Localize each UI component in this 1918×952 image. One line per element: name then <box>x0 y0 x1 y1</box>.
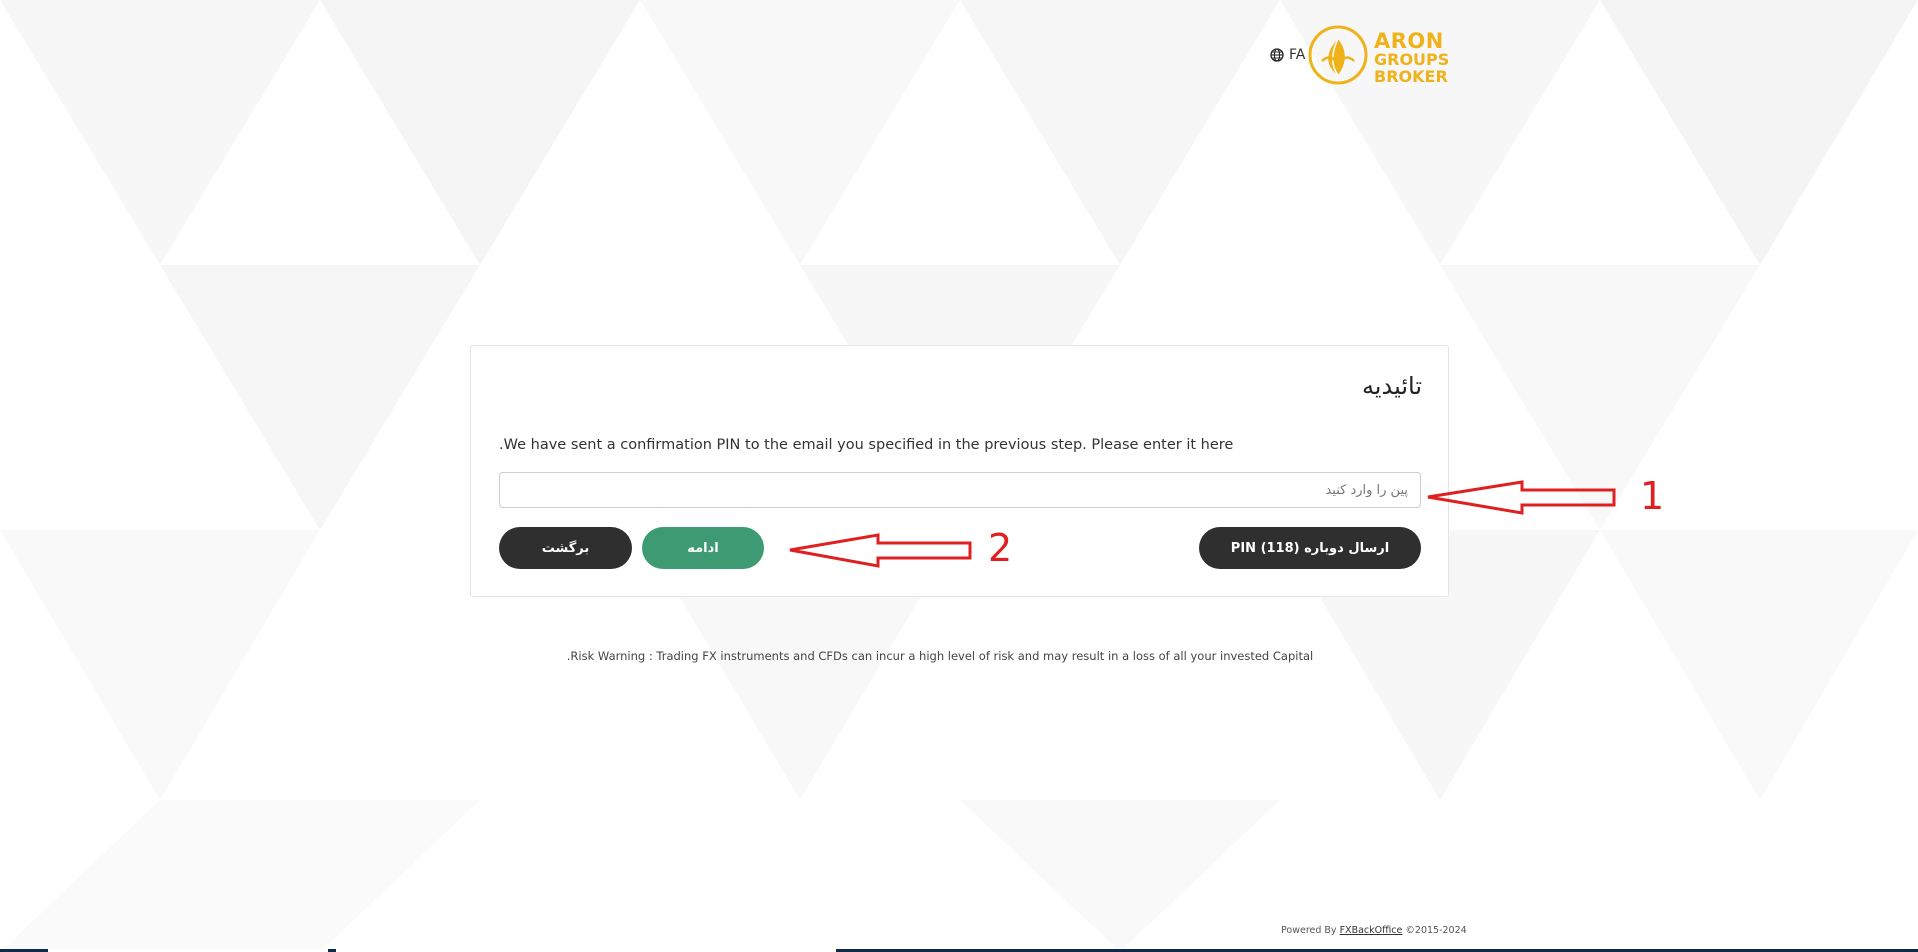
annotation-label-2: 2 <box>988 526 1013 570</box>
risk-warning-text: .Risk Warning : Trading FX instruments a… <box>566 649 1314 663</box>
powered-by-label: Powered By <box>1281 925 1337 936</box>
logo-line-2: GROUPS <box>1374 49 1450 69</box>
page: FA ARON GROUPS BROKER تائیدیه .We have s… <box>0 0 1918 952</box>
logo-line-1: ARON <box>1374 28 1444 53</box>
logo-line-3: BROKER <box>1374 66 1448 86</box>
continue-button[interactable]: ادامه <box>642 527 764 569</box>
leaf-circle-logo-icon <box>1308 25 1368 89</box>
language-label: FA <box>1289 47 1306 63</box>
logo-wordmark: ARON GROUPS BROKER <box>1374 30 1449 85</box>
confirmation-card: تائیدیه .We have sent a confirmation PIN… <box>470 345 1449 597</box>
fxbackoffice-link[interactable]: FXBackOffice <box>1340 925 1403 936</box>
brand-logo[interactable]: ARON GROUPS BROKER <box>1308 25 1449 89</box>
back-button[interactable]: برگشت <box>499 527 632 569</box>
confirmation-message: .We have sent a confirmation PIN to the … <box>499 437 1234 453</box>
annotation-label-1: 1 <box>1640 474 1665 518</box>
risk-warning: .Risk Warning : Trading FX instruments a… <box>0 649 1918 663</box>
header: FA ARON GROUPS BROKER <box>0 0 1918 90</box>
copyright-years: ©2015-2024 <box>1405 925 1467 936</box>
language-selector[interactable]: FA <box>1270 47 1305 63</box>
page-title: تائیدیه <box>1361 372 1422 400</box>
footer: Powered By FXBackOffice ©2015-2024 <box>1281 925 1467 936</box>
pin-input[interactable] <box>499 472 1421 508</box>
resend-pin-button[interactable]: ارسال دوباره PIN (118) <box>1199 527 1421 569</box>
globe-icon <box>1270 48 1284 62</box>
